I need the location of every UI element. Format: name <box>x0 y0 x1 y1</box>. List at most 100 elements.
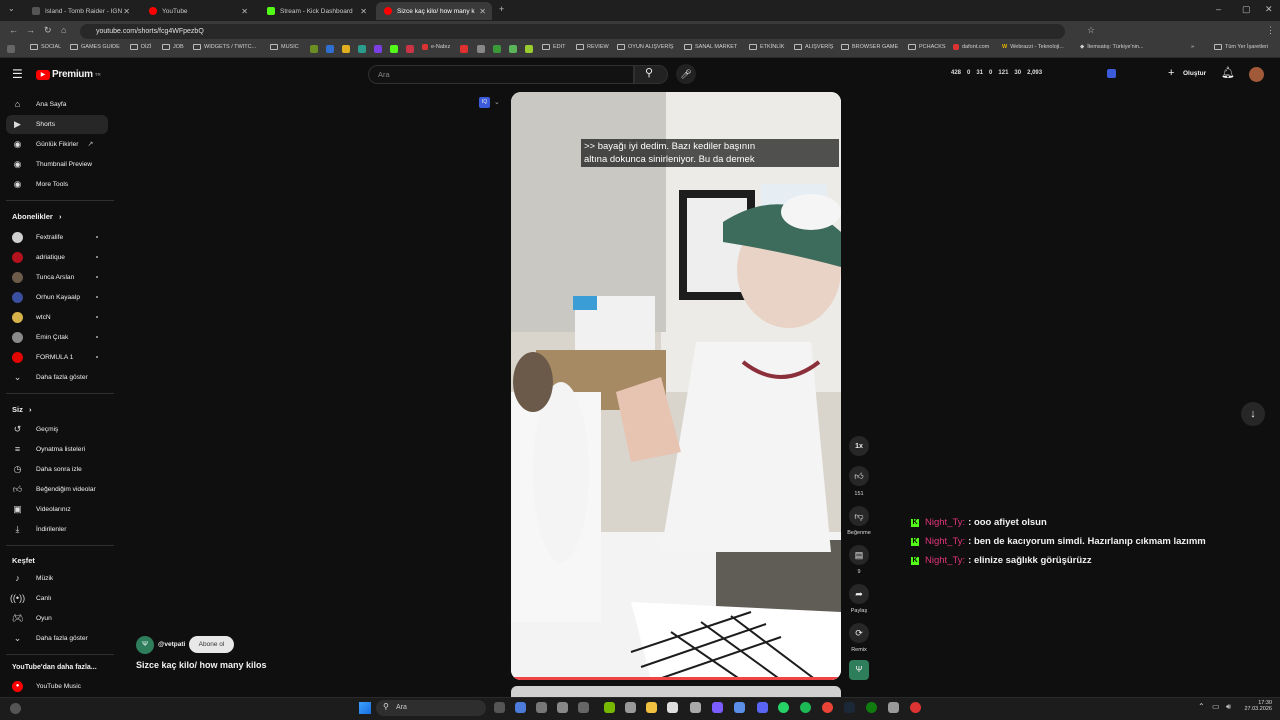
dislike-button[interactable]: 👎︎ <box>849 506 869 526</box>
bookmark-icon[interactable] <box>493 45 501 53</box>
tab-youtube[interactable]: YouTube ✕ <box>141 2 254 20</box>
notepad-icon[interactable] <box>667 702 678 713</box>
sidebar-item-your-videos[interactable]: ▣ Videolarınız <box>12 502 70 516</box>
bookmark-folder[interactable]: REVIEW <box>576 44 609 50</box>
sidebar-item-home[interactable]: ⌂ Ana Sayfa <box>12 97 67 111</box>
tab-search-icon[interactable]: ⌄ <box>8 4 15 13</box>
app-taskbar-icon[interactable] <box>515 702 526 713</box>
app-taskbar-icon[interactable] <box>557 702 568 713</box>
subscription-item[interactable]: wtcN <box>12 310 51 324</box>
app-taskbar-icon[interactable] <box>578 702 589 713</box>
tab-kick[interactable]: Stream - Kick Dashboard ✕ <box>259 2 373 20</box>
playback-speed-button[interactable]: 1x <box>849 436 869 456</box>
apps-icon[interactable] <box>7 45 15 53</box>
bookmark-folder[interactable]: SANAL MARKET <box>684 44 737 50</box>
sidebar-item-more-tools[interactable]: ◉ More Tools <box>12 177 69 191</box>
minimize-icon[interactable]: – <box>1216 4 1221 14</box>
bookmark-folder[interactable]: WIDGETS / TWITC... <box>193 44 256 50</box>
forward-icon[interactable]: → <box>26 25 35 35</box>
all-bookmarks[interactable]: Tüm Yer İşaretleri <box>1214 44 1268 50</box>
bookmark-icon[interactable] <box>342 45 350 53</box>
maximize-icon[interactable]: ▢ <box>1242 4 1251 15</box>
show-more-explore[interactable]: ⌄ Daha fazla göster <box>12 631 88 645</box>
reload-icon[interactable]: ↻ <box>44 25 52 36</box>
kick-bookmark-icon[interactable] <box>390 45 398 53</box>
home-browser-icon[interactable]: ⌂ <box>61 25 66 35</box>
subscription-item[interactable]: Tunca Arslan <box>12 270 74 284</box>
bookmark-folder[interactable]: GAMES GUIDE <box>70 44 120 50</box>
subscription-item[interactable]: FORMULA 1 <box>12 350 73 364</box>
new-tab-icon[interactable]: + <box>499 4 504 14</box>
channel-avatar[interactable]: Ψ <box>136 636 154 654</box>
volume-icon[interactable]: 🔊︎ <box>1226 702 1231 712</box>
sidebar-item-youtube-music[interactable]: ● YouTube Music <box>12 679 81 693</box>
discord-icon[interactable] <box>757 702 768 713</box>
search-input[interactable]: Ara <box>368 65 634 84</box>
next-short-down-icon[interactable]: ↓ <box>1241 402 1265 426</box>
channel-handle[interactable]: @vetpati <box>158 641 185 648</box>
bookmark-folder[interactable]: JOB <box>162 44 184 50</box>
bookmark-icon[interactable] <box>326 45 334 53</box>
like-button[interactable]: 👍︎ <box>849 466 869 486</box>
voice-search-icon[interactable]: 🎤︎ <box>676 64 696 84</box>
bookmark-icon[interactable] <box>477 45 485 53</box>
bookmark-icon[interactable] <box>374 45 382 53</box>
tray-chevron-icon[interactable]: ⌃ <box>1198 702 1205 711</box>
subscribe-button[interactable]: Abone ol <box>189 636 234 653</box>
comments-button[interactable]: ▤ <box>849 545 869 565</box>
app-taskbar-icon[interactable] <box>734 702 745 713</box>
subscription-item[interactable]: Fextralife <box>12 230 63 244</box>
bookmark-folder[interactable]: OYUN ALIŞVERİŞ <box>617 44 674 50</box>
whatsapp-icon[interactable] <box>778 702 789 713</box>
xbox-icon[interactable] <box>866 702 877 713</box>
sidebar-item-downloads[interactable]: ⤓ İndirilenler <box>12 522 67 536</box>
youtube-logo[interactable]: ▶ Premium TR <box>36 69 101 80</box>
sidebar-item-history[interactable]: ↺ Geçmiş <box>12 422 59 436</box>
chevron-down-icon[interactable]: ⌄ <box>494 98 500 106</box>
app-taskbar-icon[interactable] <box>625 702 636 713</box>
bookmark-icon[interactable] <box>310 45 318 53</box>
close-tab-icon[interactable]: ✕ <box>241 7 248 16</box>
bookmark-folder[interactable]: EDIT <box>542 44 566 50</box>
short-video-player[interactable] <box>511 92 841 680</box>
sidebar-item-gunluk-fikirler[interactable]: ◉ Günlük Fikirler ↗ <box>12 137 94 151</box>
sidebar-item-liked-videos[interactable]: 👍︎ Beğendiğim videolar <box>12 482 96 496</box>
sidebar-item-gaming[interactable]: 🎮︎ Oyun <box>12 611 52 625</box>
bookmark-webrazzi[interactable]: W Webrazzi - Teknoloji... <box>1002 44 1064 50</box>
tab-current-short[interactable]: Sizce kaç kilo/ how many k... ✕ <box>376 2 492 20</box>
bookmark-icon[interactable] <box>525 45 533 53</box>
steam-icon[interactable] <box>844 702 855 713</box>
close-tab-icon[interactable]: ✕ <box>123 7 130 16</box>
bookmark-folder[interactable]: ETKİNLİK <box>749 44 784 50</box>
bookmarks-overflow-icon[interactable]: » <box>1191 44 1194 50</box>
tab-ign[interactable]: Island - Tomb Raider - IGN ✕ <box>24 2 136 20</box>
bookmark-folder[interactable]: BROWSER GAME <box>841 44 898 50</box>
back-icon[interactable]: ← <box>9 25 18 35</box>
subscription-item[interactable]: Orhun Kayaalp <box>12 290 80 304</box>
account-avatar[interactable] <box>1249 67 1264 82</box>
bookmark-itemsatis[interactable]: ◆ İtemsatış: Türkiye'nin... <box>1080 44 1144 50</box>
app-taskbar-icon[interactable] <box>910 702 921 713</box>
url-bar[interactable]: youtube.com/shorts/fcg4WFpezbQ <box>80 24 1065 39</box>
app-taskbar-icon[interactable] <box>888 702 899 713</box>
bookmark-icon[interactable] <box>460 45 468 53</box>
nvidia-icon[interactable] <box>604 702 615 713</box>
file-explorer-icon[interactable] <box>646 702 657 713</box>
remix-button[interactable]: ⟳ <box>849 623 869 643</box>
sidebar-item-playlists[interactable]: ≡ Oynatma listeleri <box>12 442 85 456</box>
sidebar-item-music[interactable]: ♪ Müzik <box>12 571 53 585</box>
app-taskbar-icon[interactable] <box>536 702 547 713</box>
bookmark-icon[interactable] <box>358 45 366 53</box>
sound-thumbnail[interactable]: Ψ <box>849 660 869 680</box>
chrome-icon[interactable] <box>822 702 833 713</box>
app-taskbar-icon[interactable] <box>690 702 701 713</box>
sidebar-item-watch-later[interactable]: ◷ Daha sonra izle <box>12 462 82 476</box>
next-short-preview[interactable] <box>511 686 841 697</box>
spotify-icon[interactable] <box>800 702 811 713</box>
sidebar-item-live[interactable]: ((•)) Canlı <box>10 591 51 605</box>
close-tab-icon[interactable]: ✕ <box>360 7 367 16</box>
clock[interactable]: 17:30 27.03.2026 <box>1242 700 1272 712</box>
bookmark-folder[interactable]: MUSIC <box>270 44 299 50</box>
menu-icon[interactable]: ⋮ <box>1266 25 1275 36</box>
subscription-item[interactable]: Emin Çıtak <box>12 330 68 344</box>
